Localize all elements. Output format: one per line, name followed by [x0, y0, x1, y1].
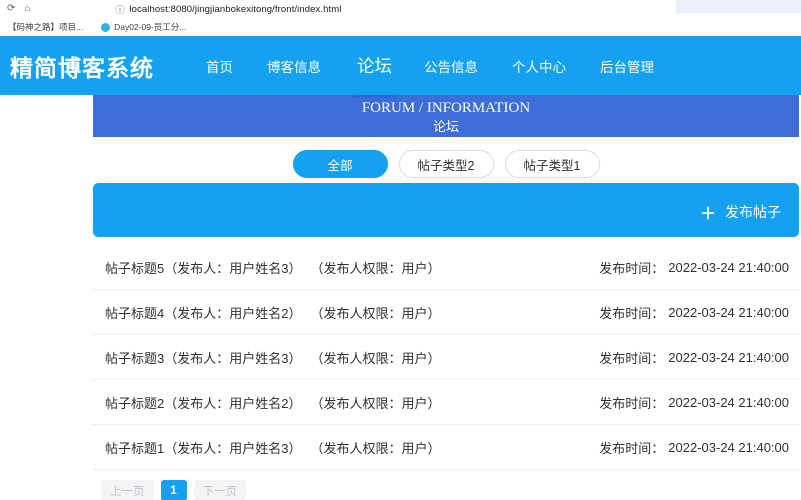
site-title: 精简博客系统	[10, 54, 154, 81]
pagination-next-button[interactable]: 下一页	[193, 480, 246, 500]
page-content: FORUM / INFORMATION 论坛 全部 帖子类型2 帖子类型1 ＋ …	[93, 95, 799, 500]
post-row[interactable]: 帖子标题3（发布人：用户姓名3） （发布人权限：用户） 发布时间： 2022-0…	[93, 335, 799, 380]
post-time-label: 发布时间：	[599, 350, 665, 366]
bookmark-item[interactable]: 【码神之路】项目...	[8, 21, 83, 33]
banner-title-en: FORUM / INFORMATION	[361, 100, 531, 116]
nav-item-admin[interactable]: 后台管理	[598, 50, 656, 82]
post-row[interactable]: 帖子标题4（发布人：用户姓名2） （发布人权限：用户） 发布时间： 2022-0…	[93, 290, 799, 335]
filter-type2-button[interactable]: 帖子类型2	[398, 150, 494, 178]
info-icon[interactable]: ⓘ	[115, 3, 124, 16]
bookmarks-bar: 【码神之路】项目... Day02-09-员工分...	[0, 18, 801, 36]
post-time-label: 发布时间：	[599, 395, 665, 411]
pagination-prev-button[interactable]: 上一页	[101, 480, 154, 500]
post-time-label: 发布时间：	[599, 260, 665, 276]
post-type-filters: 全部 帖子类型2 帖子类型1	[93, 150, 799, 178]
post-list: 帖子标题5（发布人：用户姓名3） （发布人权限：用户） 发布时间： 2022-0…	[93, 245, 799, 470]
publish-post-label: 发布帖子	[725, 204, 781, 220]
bookmark-favicon-icon	[101, 22, 111, 32]
post-permission: （发布人权限：用户）	[310, 440, 441, 456]
forum-banner: FORUM / INFORMATION 论坛	[93, 95, 799, 137]
post-permission: （发布人权限：用户）	[310, 350, 441, 366]
nav-item-home[interactable]: 首页	[204, 50, 235, 82]
post-row[interactable]: 帖子标题2（发布人：用户姓名2） （发布人权限：用户） 发布时间： 2022-0…	[93, 380, 799, 425]
toolbar-right-area	[676, 0, 801, 13]
post-time-label: 发布时间：	[599, 440, 665, 456]
post-time-value: 2022-03-24 21:40:00	[668, 439, 789, 455]
post-time-value: 2022-03-24 21:40:00	[668, 304, 789, 320]
nav-item-personal-center[interactable]: 个人中心	[510, 50, 568, 82]
url-bar[interactable]: ⓘ localhost:8080/jingjianbokexitong/fron…	[115, 3, 341, 16]
nav-item-announcements[interactable]: 公告信息	[422, 50, 480, 82]
nav-item-blog-info[interactable]: 博客信息	[265, 50, 323, 82]
post-title: 帖子标题5（发布人：用户姓名3）	[105, 260, 302, 276]
nav-item-forum[interactable]: 论坛	[351, 47, 398, 98]
filter-type1-button[interactable]: 帖子类型1	[504, 150, 600, 178]
post-time-label: 发布时间：	[599, 305, 665, 321]
post-title: 帖子标题3（发布人：用户姓名3）	[105, 350, 302, 366]
plus-icon: ＋	[699, 206, 716, 223]
bookmark-item[interactable]: Day02-09-员工分...	[101, 21, 186, 33]
reload-icon[interactable]: ⟳	[7, 4, 15, 14]
action-bar: ＋ 发布帖子	[93, 183, 799, 237]
post-title: 帖子标题2（发布人：用户姓名2）	[105, 395, 302, 411]
home-icon[interactable]: ⌂	[24, 4, 30, 14]
bookmark-label: 【码神之路】项目...	[8, 22, 84, 32]
bookmark-label: Day02-09-员工分...	[114, 22, 187, 32]
browser-toolbar: ⟳ ⌂ ⓘ localhost:8080/jingjianbokexitong/…	[0, 0, 801, 18]
pagination-page-1-button[interactable]: 1	[160, 480, 187, 500]
banner-title-zh: 论坛	[432, 119, 459, 134]
browser-chrome: ⟳ ⌂ ⓘ localhost:8080/jingjianbokexitong/…	[0, 0, 801, 36]
post-time-value: 2022-03-24 21:40:00	[668, 349, 789, 365]
post-permission: （发布人权限：用户）	[310, 305, 441, 321]
site-header: 精简博客系统 首页 博客信息 论坛 公告信息 个人中心 后台管理	[0, 36, 801, 98]
filter-all-button[interactable]: 全部	[292, 150, 388, 178]
active-nav-underline	[351, 95, 398, 98]
post-permission: （发布人权限：用户）	[310, 260, 441, 276]
publish-post-button[interactable]: ＋ 发布帖子	[700, 200, 781, 224]
nav-item-forum-label: 论坛	[357, 56, 392, 76]
post-time-value: 2022-03-24 21:40:00	[668, 394, 789, 410]
post-title: 帖子标题4（发布人：用户姓名2）	[105, 305, 302, 321]
main-nav: 首页 博客信息 论坛 公告信息 个人中心 后台管理	[204, 47, 686, 98]
post-row[interactable]: 帖子标题1（发布人：用户姓名3） （发布人权限：用户） 发布时间： 2022-0…	[93, 425, 799, 470]
post-time-value: 2022-03-24 21:40:00	[668, 259, 789, 275]
post-permission: （发布人权限：用户）	[310, 395, 441, 411]
post-row[interactable]: 帖子标题5（发布人：用户姓名3） （发布人权限：用户） 发布时间： 2022-0…	[93, 245, 799, 290]
pagination: 上一页 1 下一页	[93, 480, 799, 500]
post-title: 帖子标题1（发布人：用户姓名3）	[105, 440, 302, 456]
url-text[interactable]: localhost:8080/jingjianbokexitong/front/…	[129, 4, 341, 15]
